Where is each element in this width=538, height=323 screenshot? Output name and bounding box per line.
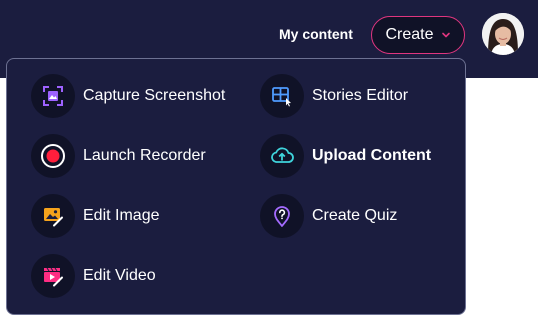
avatar-image xyxy=(482,13,524,55)
menu-item-stories-editor[interactable]: Stories Editor xyxy=(260,73,408,119)
edit-image-icon xyxy=(31,194,75,238)
edit-video-icon xyxy=(31,254,75,298)
create-button-label: Create xyxy=(385,26,434,43)
menu-item-create-quiz[interactable]: Create Quiz xyxy=(260,193,397,239)
chevron-down-icon xyxy=(441,32,450,38)
menu-item-edit-image[interactable]: Edit Image xyxy=(31,193,159,239)
menu-item-label: Upload Content xyxy=(312,147,432,164)
menu-item-edit-video[interactable]: Edit Video xyxy=(31,253,156,299)
cloud-upload-icon xyxy=(260,134,304,178)
record-icon xyxy=(31,134,75,178)
stories-editor-icon xyxy=(260,74,304,118)
menu-item-label: Launch Recorder xyxy=(83,147,206,164)
menu-item-upload-content[interactable]: Upload Content xyxy=(260,133,431,179)
quiz-icon xyxy=(260,194,304,238)
create-dropdown-menu: Capture Screenshot Stories Editor Launch… xyxy=(6,58,466,315)
create-button[interactable]: Create xyxy=(371,16,465,54)
menu-item-label: Edit Image xyxy=(83,207,160,224)
menu-item-label: Capture Screenshot xyxy=(83,87,226,104)
menu-item-capture-screenshot[interactable]: Capture Screenshot xyxy=(31,73,225,119)
menu-item-launch-recorder[interactable]: Launch Recorder xyxy=(31,133,206,179)
my-content-link[interactable]: My content xyxy=(279,25,353,43)
menu-item-label: Stories Editor xyxy=(312,87,409,104)
user-avatar[interactable] xyxy=(482,13,524,55)
app-screen: My content Create Capture Screenshot Sto… xyxy=(0,0,538,323)
menu-item-label: Create Quiz xyxy=(312,207,398,224)
menu-item-label: Edit Video xyxy=(83,267,156,284)
capture-screenshot-icon xyxy=(31,74,75,118)
